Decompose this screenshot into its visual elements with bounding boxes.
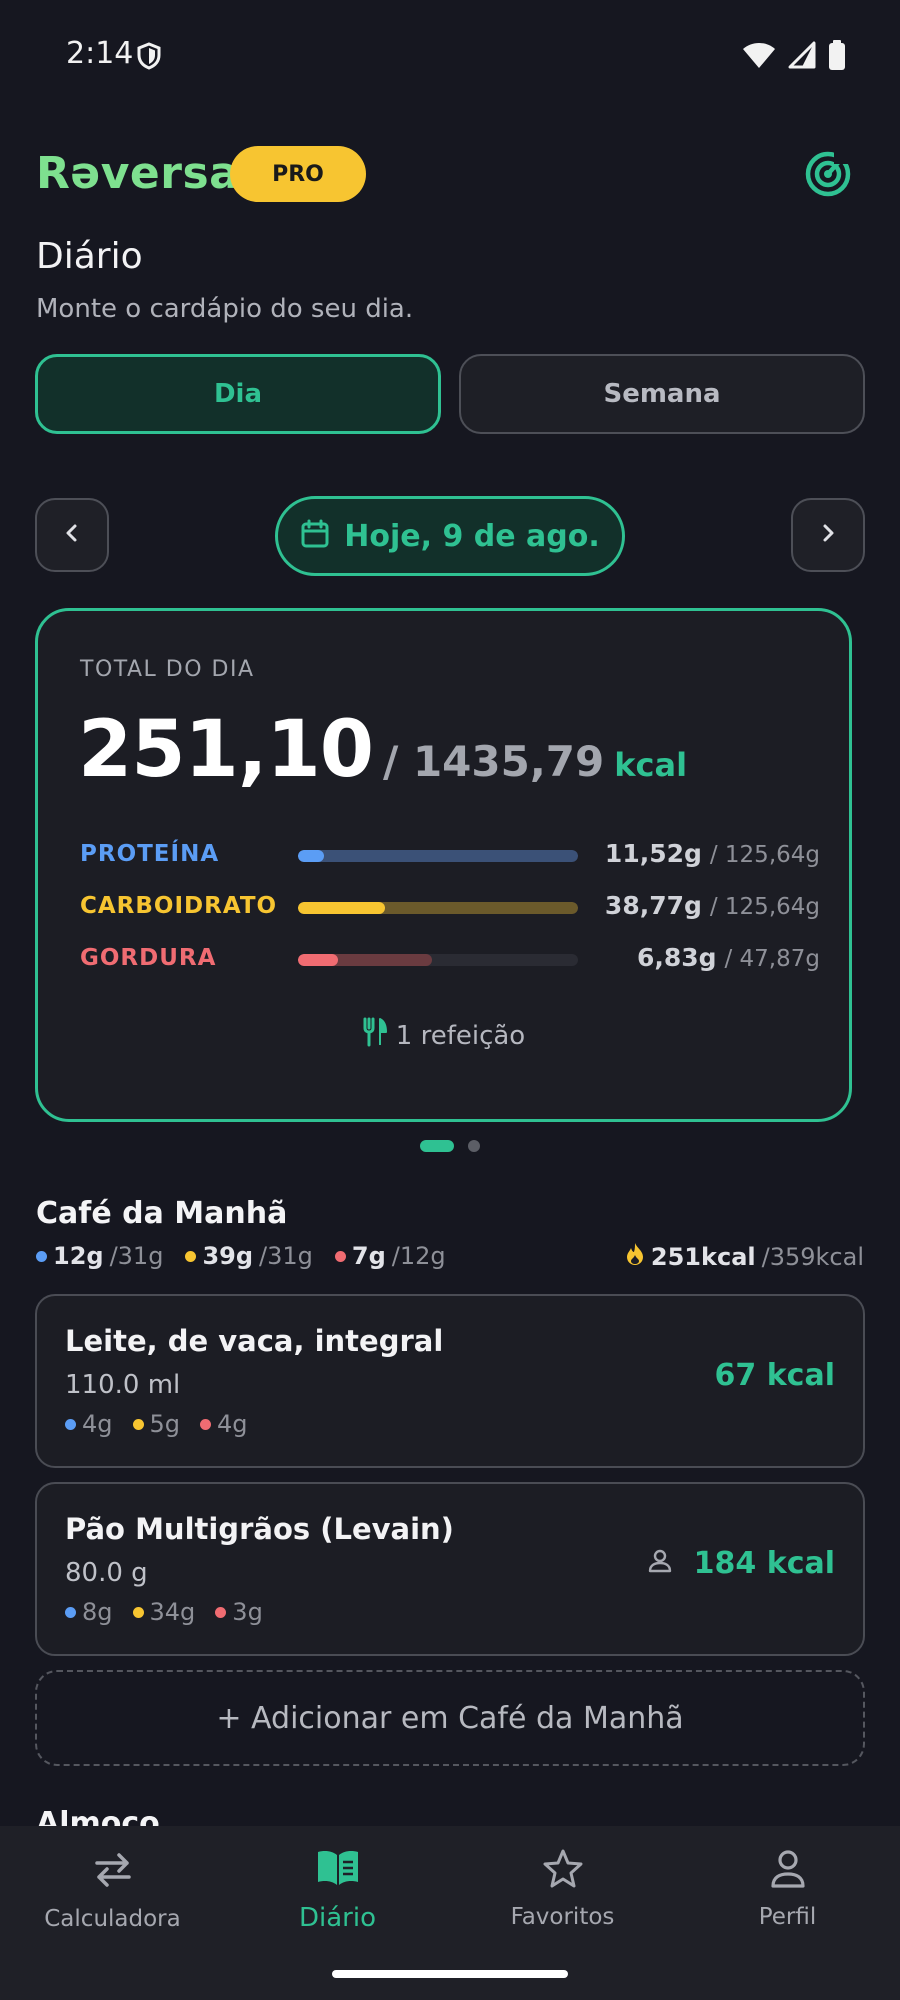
food-quantity: 110.0 ml [65,1370,181,1400]
macro-progress-bar [298,954,578,966]
pager-dot[interactable] [468,1140,480,1152]
person-icon [648,1546,672,1581]
cutlery-icon [362,1017,388,1054]
radar-button[interactable] [800,148,856,204]
battery-icon [828,40,846,74]
meal-kcal: 251kcal/359kcal [625,1242,864,1272]
macro-name: CARBOIDRATO [80,893,278,919]
chevron-right-icon [818,521,838,549]
signal-icon [788,41,816,73]
nav-perfil[interactable]: Perfil [675,1848,900,1930]
pager-dot-active[interactable] [420,1140,454,1152]
calendar-icon [300,519,330,553]
macro-progress-bar [298,850,578,862]
person-icon [767,1848,809,1896]
chevron-left-icon [62,521,82,549]
radar-icon [804,150,852,202]
kcal-summary: 251,10 / 1435,79 kcal [78,705,687,795]
app-logo: Rəversa [36,148,240,199]
macro-name: GORDURA [80,945,217,971]
wifi-icon [742,41,776,73]
daily-summary-card: TOTAL DO DIA 251,10 / 1435,79 kcal PROTE… [35,608,852,1122]
star-icon [542,1848,584,1896]
kcal-goal: / 1435,79 [383,737,605,786]
food-item[interactable]: Pão Multigrãos (Levain) 80.0 g 8g 34g 3g… [35,1482,865,1656]
food-kcal: 67 kcal [714,1358,835,1393]
tab-week[interactable]: Semana [459,354,865,434]
macro-row-carbs: CARBOIDRATO 38,77g / 125,64g [80,889,820,929]
meal-protein: 12g/31g [36,1242,163,1270]
summary-label: TOTAL DO DIA [80,657,255,682]
tab-day[interactable]: Dia [35,354,441,434]
food-quantity: 80.0 g [65,1558,148,1588]
pro-badge[interactable]: PRO [230,146,366,202]
nav-diario[interactable]: Diário [225,1848,450,1933]
kcal-unit: kcal [614,746,688,784]
macro-row-fat: GORDURA 6,83g / 47,87g [80,941,820,981]
date-selector[interactable]: Hoje, 9 de ago. [275,496,625,576]
food-macros: 8g 34g 3g [65,1598,263,1626]
macro-name: PROTEÍNA [80,841,220,867]
meal-carbs: 39g/31g [185,1242,313,1270]
nav-calculadora[interactable]: Calculadora [0,1848,225,1932]
previous-day-button[interactable] [35,498,109,572]
date-label: Hoje, 9 de ago. [344,518,600,554]
status-time: 2:14 [66,36,134,71]
swap-arrows-icon [91,1848,135,1898]
book-icon [316,1848,360,1895]
nav-label: Calculadora [44,1906,181,1932]
add-food-button[interactable]: + Adicionar em Café da Manhã [35,1670,865,1766]
macro-value: 6,83g / 47,87g [636,943,820,972]
bottom-navigation: Calculadora Diário Favoritos Perfil [0,1826,900,2000]
nav-label: Diário [299,1903,376,1933]
macro-row-protein: PROTEÍNA 11,52g / 125,64g [80,837,820,877]
next-day-button[interactable] [791,498,865,572]
macro-value: 38,77g / 125,64g [604,891,820,920]
macro-value: 11,52g / 125,64g [604,839,820,868]
carousel-pager [420,1140,480,1152]
meals-count-label: 1 refeição [395,1020,526,1051]
page-subtitle: Monte o cardápio do seu dia. [36,294,414,324]
app-header: Rəversa PRO [36,142,864,212]
shield-icon [136,42,162,74]
meals-count: 1 refeição [38,1017,849,1054]
page-title: Diário [36,236,143,277]
nav-label: Favoritos [510,1904,615,1930]
status-indicators [742,40,846,74]
home-indicator [332,1970,568,1978]
food-name: Pão Multigrãos (Levain) [65,1512,454,1546]
macro-progress-bar [298,902,578,914]
nav-favoritos[interactable]: Favoritos [450,1848,675,1930]
nav-label: Perfil [758,1904,817,1930]
meal-title: Café da Manhã [36,1196,288,1231]
food-name: Leite, de vaca, integral [65,1324,444,1358]
meal-fat: 7g/12g [334,1242,446,1270]
flame-icon [625,1242,645,1272]
meal-macros: 12g/31g 39g/31g 7g/12g [36,1242,446,1270]
food-macros: 4g 5g 4g [65,1410,248,1438]
food-kcal: 184 kcal [648,1546,835,1581]
status-bar: 2:14 [0,0,900,112]
kcal-consumed: 251,10 [78,705,374,795]
food-item[interactable]: Leite, de vaca, integral 110.0 ml 4g 5g … [35,1294,865,1468]
